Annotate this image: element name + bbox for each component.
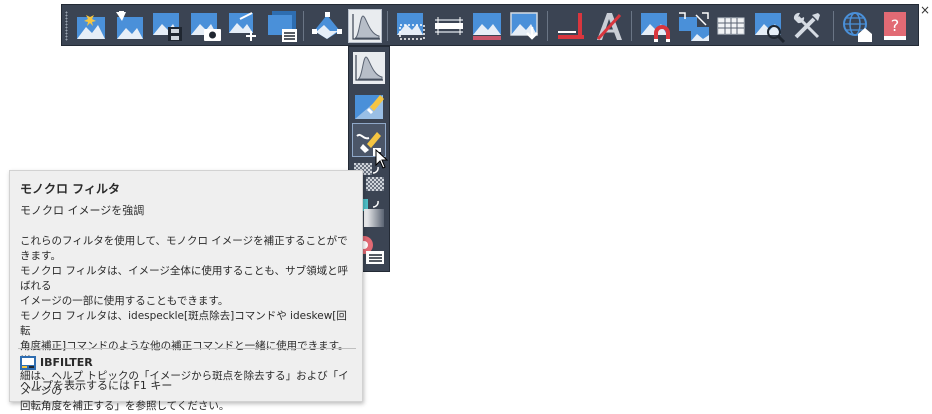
tool-image-list[interactable]: [264, 9, 298, 43]
image-split-icon: [679, 12, 709, 41]
tool-image-crop[interactable]: [394, 9, 428, 43]
tool-image-insert[interactable]: [112, 9, 146, 43]
tooltip-description-line: イメージの一部に使用することもできます。: [20, 295, 229, 307]
tool-image-magnet[interactable]: [638, 9, 672, 43]
tooltip-divider: [18, 348, 356, 349]
toolbar-separator: [833, 11, 834, 41]
tool-image-camera[interactable]: [188, 9, 222, 43]
tool-red-line[interactable]: [554, 9, 588, 43]
tooltip-title: モノクロ フィルタ: [20, 182, 120, 196]
tooltip-description-line: 回転角度を補正する」を参照してください。: [20, 400, 230, 412]
tooltip-panel: モノクロ フィルタ モノクロ イメージを強調 これらのフィルタを使用して、モノク…: [9, 170, 363, 412]
image-transform-icon: [312, 12, 342, 39]
tool-globe-house[interactable]: [840, 9, 874, 43]
toolbar-separator: [631, 11, 632, 41]
svg-text:?: ?: [891, 16, 900, 35]
tool-histogram-flyout[interactable]: [348, 9, 382, 43]
image-move-icon: [229, 12, 256, 41]
tooltip-description-line: モノクロ フィルタは、イメージ全体に使用することも、サブ領域と呼ばれる: [20, 265, 349, 292]
histogram-flyout-icon: [352, 14, 380, 40]
command-icon: [20, 356, 36, 370]
tool-image-move[interactable]: [226, 9, 260, 43]
red-line-icon: [558, 13, 584, 39]
image-magnet-icon: [641, 13, 670, 42]
toolbar-separator: [303, 11, 304, 41]
mouse-cursor-icon: [375, 149, 389, 169]
tooltip-subtitle: モノクロ イメージを強調: [20, 204, 145, 217]
tooltip-description-line: これらのフィルタを使用して、モノクロ イメージを補正することができます。: [20, 235, 348, 262]
tool-help-book[interactable]: ?: [878, 9, 912, 43]
image-save-icon: [153, 13, 182, 41]
tool-image-burst[interactable]: [74, 9, 108, 43]
toolbar-separator: [387, 11, 388, 41]
flyout-item-image-erase[interactable]: [352, 87, 386, 121]
globe-house-icon: [843, 12, 872, 42]
flyout-item-histogram[interactable]: [352, 51, 386, 85]
tools-icon: [793, 12, 820, 39]
image-camera-icon: [191, 13, 221, 41]
grid-icon: [717, 17, 745, 35]
image-line-icon: [435, 17, 463, 35]
tooltip-description-line: モノクロ フィルタは、idespeckle[斑点除去]コマンドや ideskew…: [20, 310, 347, 337]
toolbar-separator: [547, 11, 548, 41]
image-toolbar: ?: [61, 4, 919, 46]
image-search-icon: [755, 13, 786, 43]
image-list-icon: [268, 11, 297, 42]
tool-image-save[interactable]: [150, 9, 184, 43]
toolbar-grip[interactable]: [65, 11, 68, 41]
tool-tools[interactable]: [790, 9, 824, 43]
tool-image-transform[interactable]: [310, 9, 344, 43]
help-book-icon: ?: [884, 12, 906, 40]
image-crop-icon: [397, 13, 425, 40]
tool-image-search[interactable]: [752, 9, 786, 43]
tool-image-split[interactable]: [676, 9, 710, 43]
image-insert-icon: [116, 11, 143, 39]
image-bar-icon: [473, 13, 501, 40]
tool-grid[interactable]: [714, 9, 748, 43]
tool-image-line[interactable]: [432, 9, 466, 43]
red-letter-a-icon: [596, 13, 622, 41]
tool-red-letter-a[interactable]: [592, 9, 626, 43]
tool-image-bar[interactable]: [470, 9, 504, 43]
toolbar-close-button[interactable]: ×: [919, 4, 931, 16]
tooltip-command-name: IBFILTER: [40, 356, 93, 369]
tool-image-download[interactable]: [508, 9, 542, 43]
histogram-icon: [353, 52, 385, 84]
image-burst-icon: [77, 13, 105, 39]
tooltip-help-hint: ヘルプを表示するには F1 キー: [20, 379, 173, 392]
image-download-icon: [510, 12, 538, 40]
image-erase-icon: [355, 95, 384, 119]
